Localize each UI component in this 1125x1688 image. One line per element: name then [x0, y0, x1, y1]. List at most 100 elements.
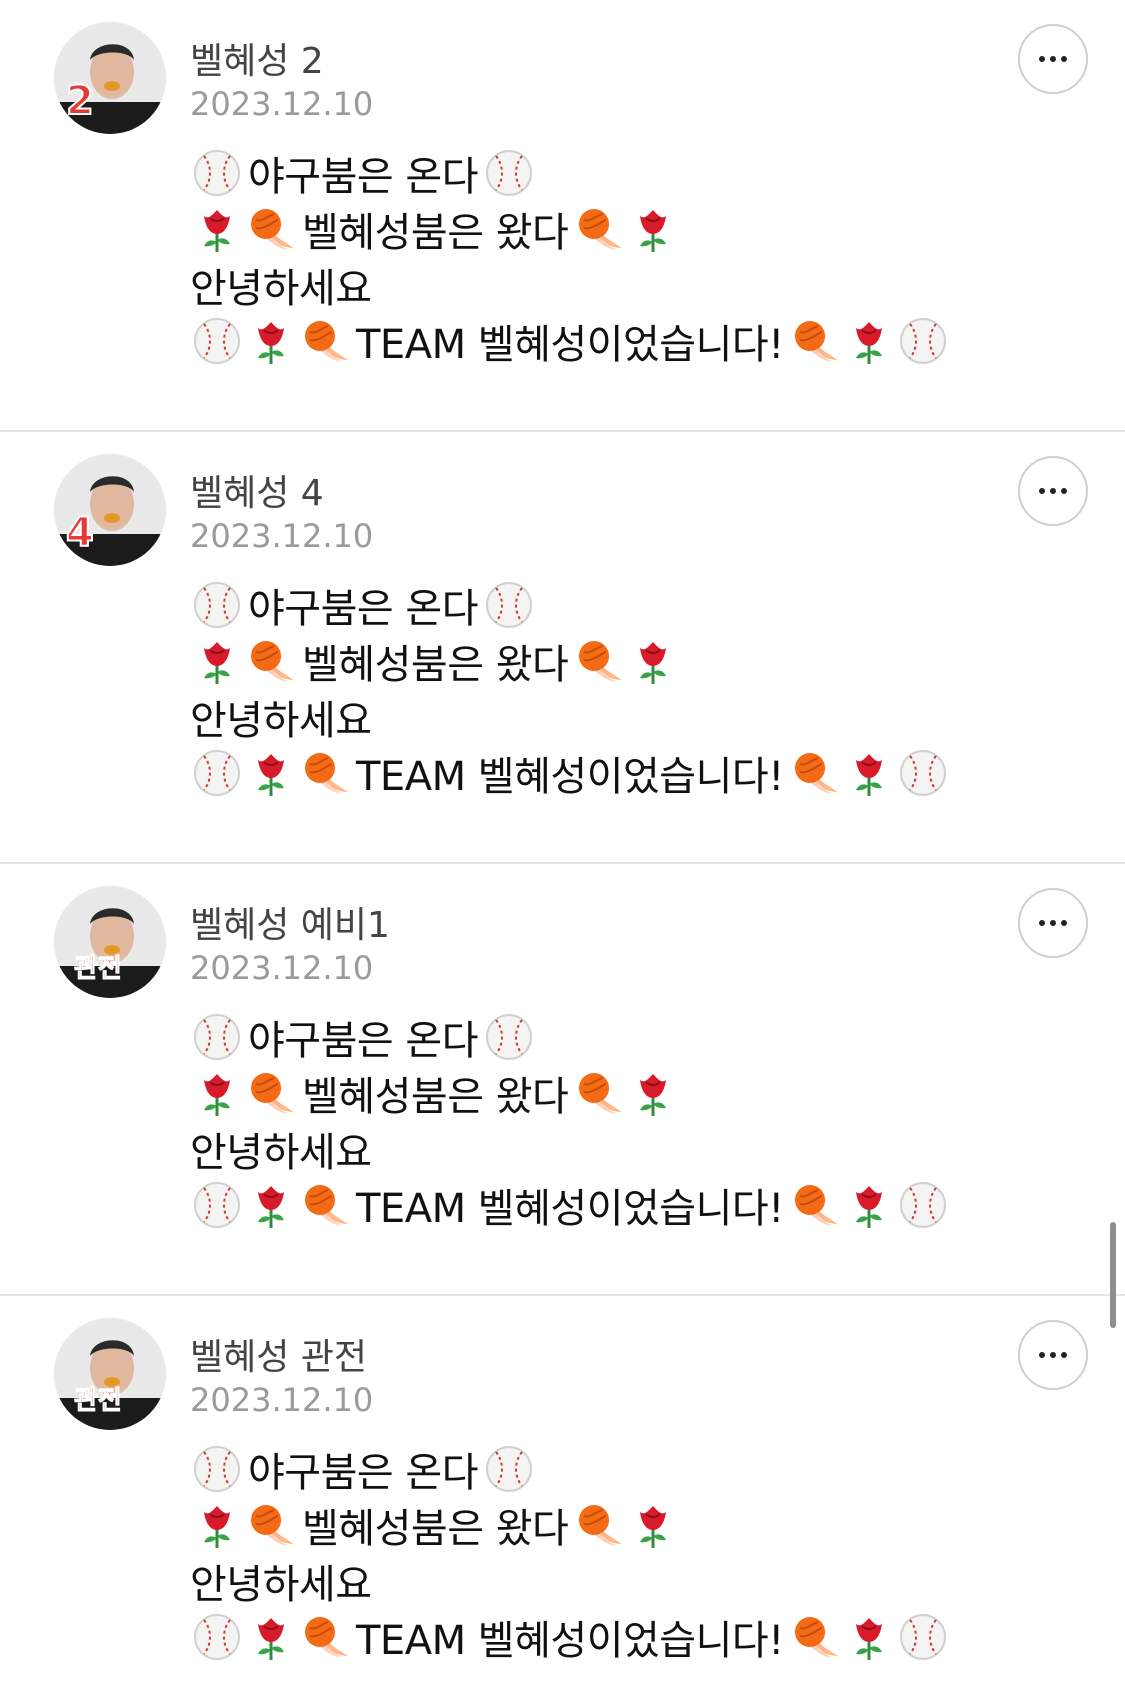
avatar-badge: 관전	[74, 954, 123, 985]
comment-text: 야구붐은 온다	[248, 1450, 479, 1496]
post-date: 2023.12.10	[190, 85, 374, 123]
more-options-icon	[1039, 1352, 1045, 1358]
rose-icon	[626, 1498, 680, 1552]
rose-icon	[190, 634, 244, 688]
author-name[interactable]: 벨혜성 예비1	[190, 896, 390, 948]
comment-text: TEAM 벨혜성이었습니다!	[356, 754, 784, 800]
comment-line: 안녕하세요	[190, 257, 1050, 313]
comment-text: 안녕하세요	[190, 1562, 372, 1608]
comment-text: TEAM 벨혜성이었습니다!	[356, 1618, 784, 1664]
baseball-icon	[190, 746, 244, 800]
fireball-icon	[298, 314, 352, 368]
more-options-button[interactable]	[1018, 456, 1088, 526]
comment-item: 2 벨혜성 2 2023.12.10 야구붐은 온다 벨혜성붐은 왔다 안녕하세…	[0, 0, 1125, 432]
comment-text: 벨혜성붐은 왔다	[302, 210, 569, 256]
baseball-icon	[190, 578, 244, 632]
rose-icon	[842, 314, 896, 368]
comment-line: TEAM 벨혜성이었습니다!	[190, 745, 1050, 801]
rose-icon	[842, 1610, 896, 1664]
comment-line: 야구붐은 온다	[190, 145, 1050, 201]
comment-line: 벨혜성붐은 왔다	[190, 633, 1050, 689]
comment-body: 야구붐은 온다 벨혜성붐은 왔다 안녕하세요 TEAM 벨혜성이었습니다!	[190, 577, 1050, 801]
baseball-icon	[896, 314, 950, 368]
comment-item: 관전 벨혜성 예비1 2023.12.10 야구붐은 온다 벨혜성붐은 왔다 안…	[0, 864, 1125, 1296]
comment-line: TEAM 벨혜성이었습니다!	[190, 1177, 1050, 1233]
baseball-icon	[190, 1442, 244, 1496]
scrollbar[interactable]	[1110, 1222, 1116, 1328]
post-date: 2023.12.10	[190, 1381, 374, 1419]
comment-line: TEAM 벨혜성이었습니다!	[190, 1609, 1050, 1665]
comment-text: 안녕하세요	[190, 698, 372, 744]
author-name[interactable]: 벨혜성 2	[190, 32, 324, 84]
baseball-icon	[190, 314, 244, 368]
fireball-icon	[572, 202, 626, 256]
more-options-icon	[1061, 920, 1067, 926]
rose-icon	[842, 1178, 896, 1232]
rose-icon	[842, 746, 896, 800]
comment-line: 벨혜성붐은 왔다	[190, 1065, 1050, 1121]
more-options-button[interactable]	[1018, 24, 1088, 94]
comment-text: 야구붐은 온다	[248, 1018, 479, 1064]
rose-icon	[190, 1066, 244, 1120]
comment-text: 야구붐은 온다	[248, 154, 479, 200]
avatar[interactable]: 4	[54, 454, 166, 566]
more-options-icon	[1039, 56, 1045, 62]
comment-line: 야구붐은 온다	[190, 577, 1050, 633]
more-options-button[interactable]	[1018, 1320, 1088, 1390]
fireball-icon	[244, 1498, 298, 1552]
fireball-icon	[244, 202, 298, 256]
fireball-icon	[244, 634, 298, 688]
more-options-icon	[1039, 920, 1045, 926]
comment-text: 안녕하세요	[190, 266, 372, 312]
comment-line: TEAM 벨혜성이었습니다!	[190, 313, 1050, 369]
more-options-icon	[1061, 488, 1067, 494]
rose-icon	[244, 1178, 298, 1232]
comment-item: 관전 벨혜성 관전 2023.12.10 야구붐은 온다 벨혜성붐은 왔다 안녕…	[0, 1296, 1125, 1688]
more-options-button[interactable]	[1018, 888, 1088, 958]
more-options-icon	[1061, 1352, 1067, 1358]
baseball-icon	[190, 1010, 244, 1064]
rose-icon	[626, 202, 680, 256]
fireball-icon	[298, 1610, 352, 1664]
rose-icon	[244, 1610, 298, 1664]
fireball-icon	[788, 1178, 842, 1232]
fireball-icon	[298, 1178, 352, 1232]
avatar-badge: 관전	[74, 1386, 123, 1417]
comment-body: 야구붐은 온다 벨혜성붐은 왔다 안녕하세요 TEAM 벨혜성이었습니다!	[190, 145, 1050, 369]
comment-text: TEAM 벨혜성이었습니다!	[356, 322, 784, 368]
more-options-icon	[1050, 56, 1056, 62]
fireball-icon	[572, 1066, 626, 1120]
fireball-icon	[244, 1066, 298, 1120]
fireball-icon	[788, 1610, 842, 1664]
baseball-icon	[896, 1610, 950, 1664]
fireball-icon	[572, 634, 626, 688]
author-name[interactable]: 벨혜성 관전	[190, 1328, 367, 1380]
rose-icon	[626, 1066, 680, 1120]
avatar[interactable]: 2	[54, 22, 166, 134]
author-name[interactable]: 벨혜성 4	[190, 464, 324, 516]
post-date: 2023.12.10	[190, 517, 374, 555]
fireball-icon	[298, 746, 352, 800]
rose-icon	[244, 314, 298, 368]
avatar[interactable]: 관전	[54, 1318, 166, 1430]
fireball-icon	[572, 1498, 626, 1552]
comment-feed: 2 벨혜성 2 2023.12.10 야구붐은 온다 벨혜성붐은 왔다 안녕하세…	[0, 0, 1125, 1688]
baseball-icon	[190, 1610, 244, 1664]
baseball-icon	[482, 1010, 536, 1064]
fireball-icon	[788, 746, 842, 800]
comment-line: 야구붐은 온다	[190, 1441, 1050, 1497]
avatar[interactable]: 관전	[54, 886, 166, 998]
avatar-badge: 2	[65, 77, 95, 125]
rose-icon	[244, 746, 298, 800]
post-date: 2023.12.10	[190, 949, 374, 987]
comment-line: 안녕하세요	[190, 1553, 1050, 1609]
more-options-icon	[1050, 920, 1056, 926]
comment-text: 벨혜성붐은 왔다	[302, 642, 569, 688]
comment-line: 야구붐은 온다	[190, 1009, 1050, 1065]
avatar-badge: 4	[65, 509, 95, 557]
comment-text: 벨혜성붐은 왔다	[302, 1074, 569, 1120]
baseball-icon	[482, 146, 536, 200]
more-options-icon	[1039, 488, 1045, 494]
baseball-icon	[190, 146, 244, 200]
comment-body: 야구붐은 온다 벨혜성붐은 왔다 안녕하세요 TEAM 벨혜성이었습니다!	[190, 1009, 1050, 1233]
